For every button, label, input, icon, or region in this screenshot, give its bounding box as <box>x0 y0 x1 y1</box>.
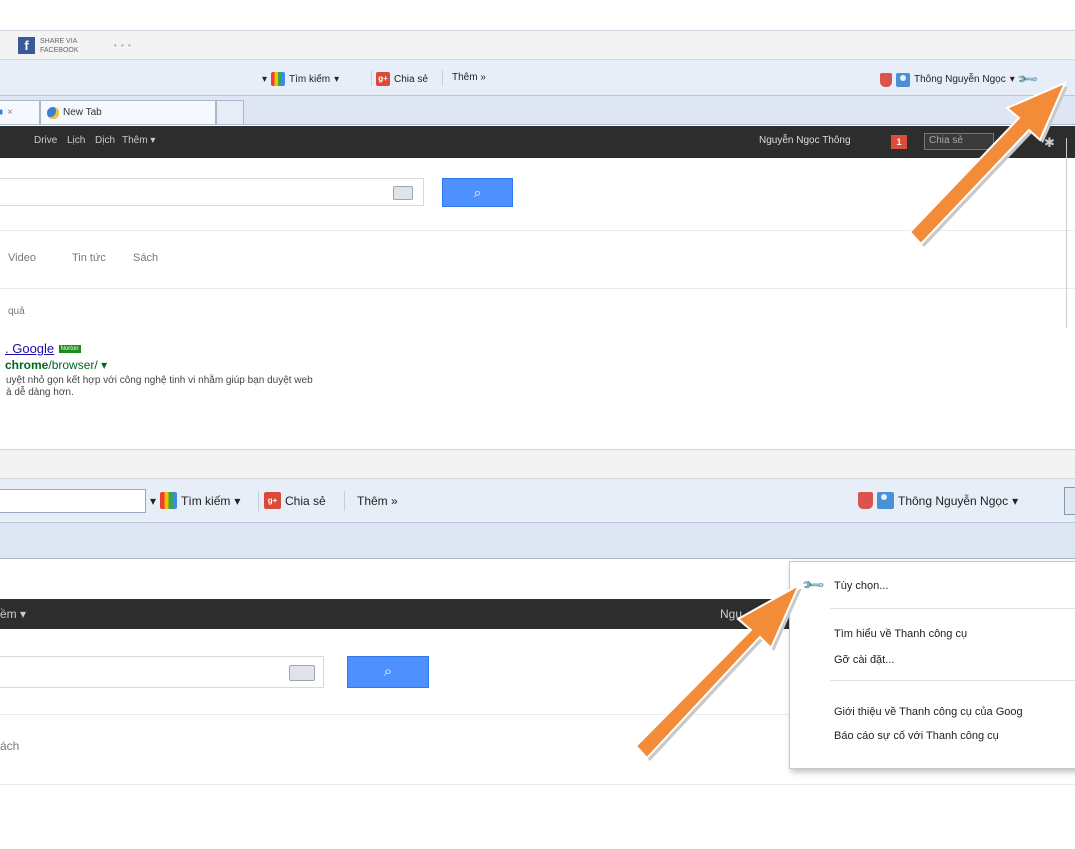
top-screenshot-panel: f SHARE VIA FACEBOOK • • • ▾ Tìm kiếm ▾ … <box>0 0 1075 425</box>
bottom-screenshot-panel: ▾ Tìm kiếm ▾ g+ Chia sẻ Thêm » Thông Ngu… <box>0 449 1075 849</box>
pointer-arrow-bottom <box>634 582 802 761</box>
panel-divider <box>0 425 1075 449</box>
pointer-arrow-top <box>908 81 1068 247</box>
